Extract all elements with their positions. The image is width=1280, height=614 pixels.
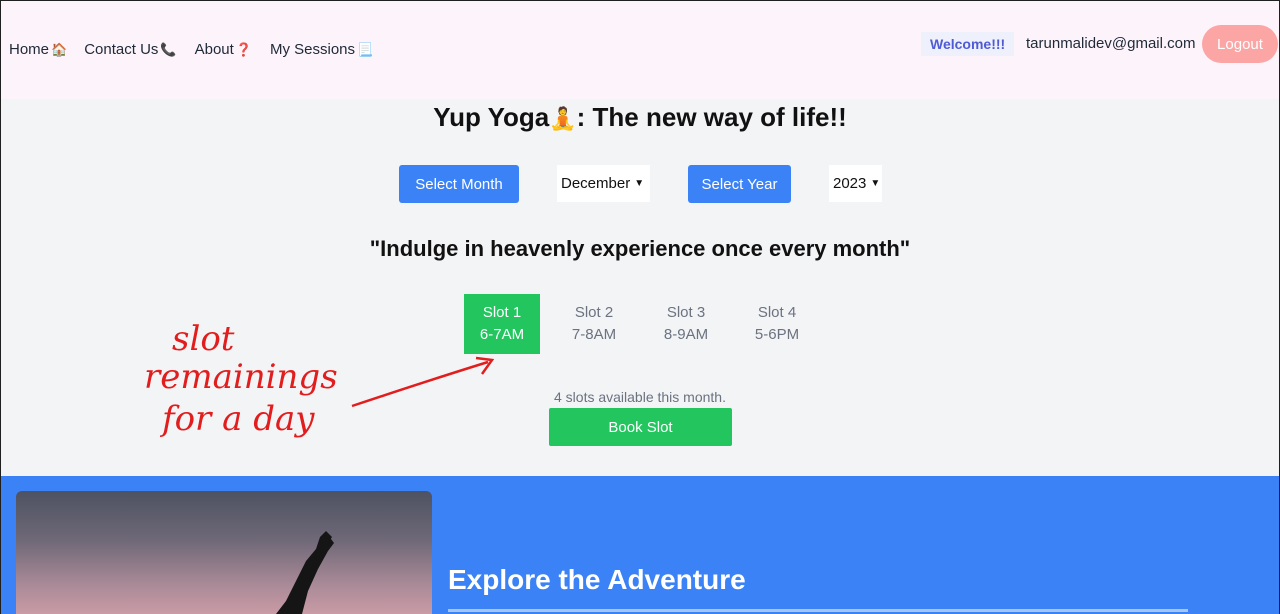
annotation-line-3: for a day [159,399,315,439]
slot-time: 8-9AM [663,326,709,343]
nav-contact-link[interactable]: Contact Us 📞 [84,41,176,58]
welcome-badge: Welcome!!! [921,32,1015,56]
nav-home-label: Home [9,41,50,58]
navbar: Home 🏠 Contact Us 📞 About ❓ My Sessions … [1,1,1279,99]
hero-title: Explore the Adventure [448,564,746,595]
nav-contact-label: Contact Us [84,41,159,58]
document-icon: 📃 [357,41,374,57]
user-email: tarunmalidev@gmail.com [1026,35,1196,52]
select-month-button[interactable]: Select Month [399,165,519,203]
year-select[interactable]: 2023 ▼ [829,165,882,202]
chevron-down-icon: ▼ [870,178,881,189]
nav-links: Home 🏠 Contact Us 📞 About ❓ My Sessions … [9,41,373,58]
slot-option-4[interactable]: Slot 4 5-6PM [739,294,815,354]
tagline-quote: "Indulge in heavenly experience once eve… [369,236,911,261]
annotation-line-2: remainings [144,357,338,397]
hero-description [448,606,1208,614]
nav-about-label: About [194,41,234,58]
slot-time: 7-8AM [571,326,617,343]
nav-sessions-label: My Sessions [269,41,356,58]
title-text-end: : The new way of life!! [576,102,847,132]
slot-name: Slot 4 [757,304,797,321]
page-title: Yup Yoga🧘: The new way of life!! [0,102,1280,133]
annotation-arrow [351,360,489,408]
nav-home-link[interactable]: Home 🏠 [9,41,67,58]
year-select-value: 2023 [833,175,867,192]
nav-about-link[interactable]: About ❓ [195,41,252,58]
yoga-silhouette-image [276,531,334,614]
lotus-position-icon: 🧘 [549,106,577,131]
title-text-start: Yup Yoga [433,102,550,132]
book-slot-button[interactable]: Book Slot [549,408,732,446]
phone-icon: 📞 [160,41,177,57]
logout-button[interactable]: Logout [1202,25,1278,63]
slot-name: Slot 3 [666,304,706,321]
nav-sessions-link[interactable]: My Sessions 📃 [270,41,373,58]
slot-time: 5-6PM [754,326,800,343]
question-icon: ❓ [235,41,252,57]
select-year-button[interactable]: Select Year [688,165,791,203]
chevron-down-icon: ▼ [634,178,645,189]
slot-option-3[interactable]: Slot 3 8-9AM [648,294,724,354]
annotation-line-1: slot [172,319,235,359]
house-icon: 🏠 [51,41,68,57]
month-select[interactable]: December ▼ [557,165,650,202]
slot-name: Slot 2 [574,304,614,321]
month-select-value: December [561,175,631,192]
hero-image [16,491,432,614]
slot-option-2[interactable]: Slot 2 7-8AM [556,294,632,354]
handwritten-annotation: slot remainings for a day [144,319,495,439]
